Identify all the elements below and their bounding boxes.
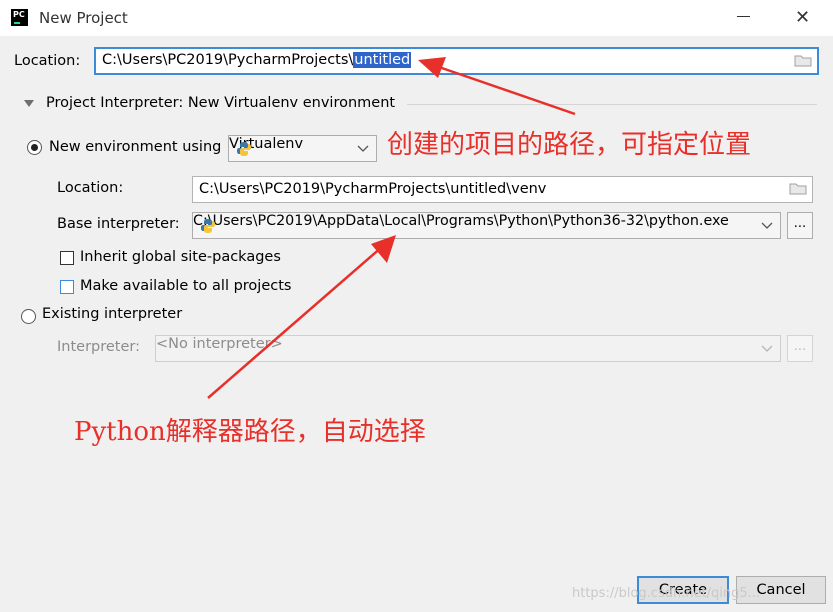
minimize-icon[interactable]	[737, 16, 750, 17]
venv-location-label: Location:	[57, 180, 124, 196]
make-available-checkbox[interactable]	[60, 280, 74, 294]
location-path-text: C:\Users\PC2019\PycharmProjects\untitled	[102, 52, 412, 68]
new-environment-label: New environment using	[49, 139, 222, 155]
inherit-packages-label: Inherit global site-packages	[80, 249, 281, 265]
annotation-interpreter-path: Python解释器路径，自动选择	[74, 417, 426, 447]
csdn-watermark: https://blog.csdn.net/qing5...	[572, 586, 761, 601]
collapse-triangle-icon[interactable]	[24, 100, 34, 108]
existing-interpreter-radio[interactable]	[21, 309, 36, 324]
interpreter-select[interactable]: <No interpreter>	[155, 335, 781, 362]
app-icon-text: PC	[13, 10, 25, 19]
annotation-project-path: 创建的项目的路径，可指定位置	[387, 130, 752, 160]
browse-base-interpreter-button[interactable]: ...	[787, 212, 813, 239]
location-label: Location:	[14, 53, 81, 69]
chevron-down-icon	[357, 145, 369, 152]
chevron-down-icon	[761, 345, 773, 352]
location-input[interactable]: C:\Users\PC2019\PycharmProjects\untitled	[94, 47, 819, 75]
interpreter-section-title[interactable]: Project Interpreter: New Virtualenv envi…	[46, 95, 395, 111]
new-environment-radio[interactable]	[27, 140, 42, 155]
venv-location-input[interactable]: C:\Users\PC2019\PycharmProjects\untitled…	[192, 176, 813, 203]
location-path-selection: untitled	[353, 52, 412, 68]
section-divider	[407, 104, 817, 105]
interpreter-label: Interpreter:	[57, 339, 140, 355]
chevron-down-icon	[761, 222, 773, 229]
folder-icon[interactable]	[789, 183, 807, 195]
pycharm-app-icon: PC	[11, 9, 28, 26]
inherit-packages-checkbox[interactable]	[60, 251, 74, 265]
python-icon	[237, 142, 251, 156]
base-interpreter-select[interactable]: C:\Users\PC2019\AppData\Local\Programs\P…	[192, 212, 781, 239]
browse-interpreter-button[interactable]: ...	[787, 335, 813, 362]
close-icon[interactable]: ✕	[795, 9, 810, 27]
interpreter-value: <No interpreter>	[156, 336, 283, 352]
base-interpreter-label: Base interpreter:	[57, 216, 180, 232]
window-title: New Project	[39, 9, 128, 27]
make-available-label: Make available to all projects	[80, 278, 292, 294]
existing-interpreter-label: Existing interpreter	[42, 306, 183, 322]
base-interpreter-value: C:\Users\PC2019\AppData\Local\Programs\P…	[193, 213, 729, 229]
python-icon	[201, 219, 215, 233]
folder-icon[interactable]	[794, 55, 812, 67]
venv-location-value: C:\Users\PC2019\PycharmProjects\untitled…	[199, 181, 547, 197]
environment-tool-select[interactable]: Virtualenv	[228, 135, 377, 162]
